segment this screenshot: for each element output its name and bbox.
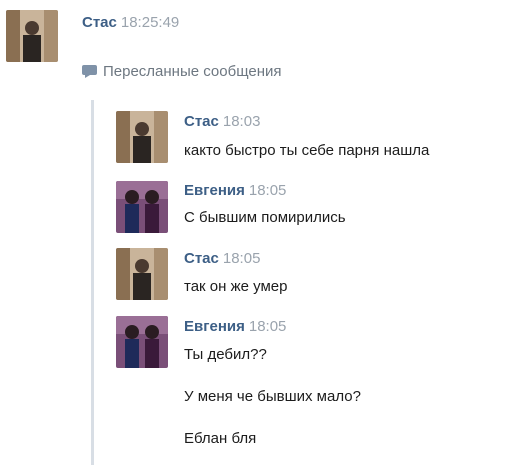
header-sender[interactable]: Стас 18:25:49 <box>82 14 179 31</box>
message-sender[interactable]: Стас 18:03 <box>184 113 260 130</box>
message-text: так он же умер <box>184 278 288 295</box>
forwarded-label-text: Пересланные сообщения <box>103 63 282 80</box>
message-time: 18:05 <box>248 182 287 199</box>
message-time: 18:05 <box>222 250 261 267</box>
header-time: 18:25:49 <box>120 14 180 31</box>
forwarded-messages-label: Пересланные сообщения <box>82 63 282 80</box>
message-time: 18:03 <box>222 113 261 130</box>
forwarded-quote-line <box>91 100 94 465</box>
avatar-stas[interactable] <box>116 111 168 163</box>
message-sender[interactable]: Евгения 18:05 <box>184 182 286 199</box>
message-text: У меня че бывших мало? <box>184 388 361 405</box>
speech-bubble-icon <box>82 65 97 78</box>
message-text: както быстро ты себе парня нашла <box>184 142 430 159</box>
message-text: Еблан бля <box>184 430 257 447</box>
avatar-stas[interactable] <box>116 248 168 300</box>
message-sender-name[interactable]: Стас <box>184 113 219 130</box>
header-sender-name[interactable]: Стас <box>82 14 117 31</box>
avatar-stas-header[interactable] <box>6 10 58 62</box>
avatar-evgenia[interactable] <box>116 316 168 368</box>
message-text: С бывшим помирились <box>184 209 346 226</box>
message-sender[interactable]: Евгения 18:05 <box>184 318 286 335</box>
message-sender-name[interactable]: Евгения <box>184 182 245 199</box>
message-time: 18:05 <box>248 318 287 335</box>
message-sender-name[interactable]: Стас <box>184 250 219 267</box>
avatar-evgenia[interactable] <box>116 181 168 233</box>
message-text: Ты дебил?? <box>184 346 267 363</box>
message-sender[interactable]: Стас 18:05 <box>184 250 260 267</box>
message-sender-name[interactable]: Евгения <box>184 318 245 335</box>
